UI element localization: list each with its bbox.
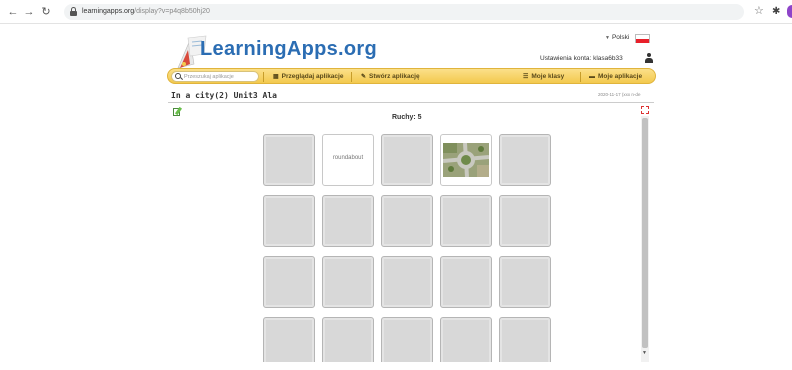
app-title: In a city(2) Unit3 Ala — [171, 91, 277, 100]
list-icon: ☰ — [523, 74, 529, 80]
profile-avatar[interactable] — [787, 5, 792, 18]
memory-card[interactable] — [263, 134, 315, 186]
memory-card[interactable] — [499, 134, 551, 186]
address-bar[interactable]: learningapps.org/display?v=p4q8b50hj20 — [64, 4, 744, 20]
roundabout-photo — [443, 143, 489, 177]
menu-my-apps[interactable]: ▬ Moje aplikacje — [589, 72, 642, 82]
menu-browse-apps-label: Przeglądaj aplikacje — [281, 73, 344, 80]
memory-card[interactable]: roundabout — [322, 134, 374, 186]
bookmark-star-icon[interactable]: ☆ — [754, 5, 764, 18]
url-text: learningapps.org/display?v=p4q8b50hj20 — [82, 7, 210, 17]
browser-toolbar: ← → ↻ learningapps.org/display?v=p4q8b50… — [0, 0, 792, 24]
menu-my-classes[interactable]: ☰ Moje klasy — [523, 72, 564, 82]
folder-icon: ▬ — [589, 74, 595, 80]
back-arrow-icon[interactable]: ← — [6, 5, 20, 19]
reload-icon[interactable]: ↻ — [39, 5, 53, 19]
memory-card[interactable] — [381, 134, 433, 186]
main-menu-bar: Przeszukaj aplikacje ▦ Przeglądaj aplikac… — [167, 68, 656, 84]
menu-create-app[interactable]: ✎ Stwórz aplikację — [361, 72, 420, 82]
language-label: Polski — [611, 34, 630, 41]
language-selector[interactable]: ▼ Polski — [605, 34, 629, 42]
lock-icon — [70, 7, 77, 16]
menu-divider — [263, 72, 264, 82]
edit-icon[interactable] — [173, 106, 183, 117]
polish-flag-icon[interactable] — [635, 34, 650, 43]
memory-card[interactable] — [440, 256, 492, 308]
scrollbar-thumb[interactable] — [642, 118, 648, 348]
fullscreen-icon[interactable] — [641, 106, 649, 114]
memory-card[interactable] — [440, 195, 492, 247]
search-input[interactable]: Przeszukaj aplikacje — [171, 71, 259, 82]
pencil-icon: ✎ — [361, 74, 367, 80]
grid-icon: ▦ — [273, 74, 279, 80]
menu-my-apps-label: Moje aplikacje — [598, 73, 643, 80]
memory-card[interactable] — [322, 256, 374, 308]
page-bottom — [0, 362, 792, 370]
memory-card[interactable] — [263, 195, 315, 247]
memory-card[interactable] — [499, 256, 551, 308]
memory-card[interactable] — [499, 195, 551, 247]
search-placeholder: Przeszukaj aplikacje — [184, 74, 234, 80]
url-host: learningapps.org — [82, 8, 135, 15]
memory-card[interactable] — [263, 256, 315, 308]
menu-divider — [351, 72, 352, 82]
app-date: 2020-11-17 (xxx n-de — [598, 92, 641, 97]
memory-card[interactable] — [322, 195, 374, 247]
memory-card[interactable] — [440, 134, 492, 186]
extensions-puzzle-icon[interactable]: ✱ — [772, 5, 780, 18]
scroll-down-arrow-icon[interactable]: ▼ — [642, 350, 647, 356]
user-icon[interactable] — [644, 53, 654, 63]
account-settings-link[interactable]: Ustawienia konta: klasa6b33 — [540, 55, 623, 63]
memory-card[interactable] — [381, 195, 433, 247]
forward-arrow-icon[interactable]: → — [22, 5, 36, 19]
menu-create-app-label: Stwórz aplikację — [369, 73, 420, 80]
chevron-down-icon: ▼ — [605, 35, 610, 41]
search-icon — [175, 73, 181, 79]
moves-counter: Ruchy: 5 — [392, 114, 422, 121]
menu-divider — [580, 72, 581, 82]
card-text: roundabout — [332, 155, 364, 161]
url-path: /display?v=p4q8b50hj20 — [134, 8, 210, 15]
site-logo[interactable]: LearningApps.org — [200, 38, 377, 61]
memory-card[interactable] — [381, 256, 433, 308]
menu-browse-apps[interactable]: ▦ Przeglądaj aplikacje — [273, 72, 343, 82]
menu-my-classes-label: Moje klasy — [531, 73, 565, 80]
